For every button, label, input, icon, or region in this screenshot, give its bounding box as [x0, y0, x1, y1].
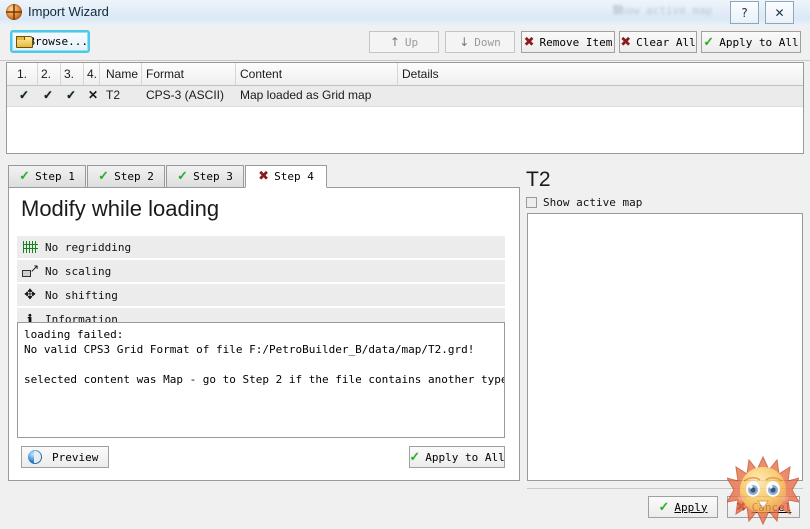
close-icon: ✕ [774, 5, 785, 20]
check-mark-icon: ✓ [98, 169, 110, 184]
preview-button[interactable]: Preview [21, 446, 109, 468]
show-active-map-checkbox[interactable] [526, 197, 537, 208]
apply-to-all-panel-label: Apply to All [425, 450, 505, 464]
row-status-4-icon: ✕ [88, 88, 99, 102]
option-row-scaling[interactable]: No scaling [17, 260, 505, 283]
tab-step-4[interactable]: ✖ Step 4 [245, 165, 327, 188]
map-preview-area[interactable] [527, 213, 803, 481]
tab-step-3-label: Step 3 [193, 170, 233, 183]
column-divider [397, 63, 398, 85]
row-status-3-icon: ✓ [66, 88, 77, 102]
step-4-panel: Modify while loading No regridding No sc… [8, 187, 520, 481]
x-mark-icon: ✖ [523, 34, 535, 50]
option-row-shifting[interactable]: ✥ No shifting [17, 284, 505, 307]
browse-button[interactable]: Browse... [10, 30, 90, 53]
tab-step-3[interactable]: ✓ Step 3 [166, 165, 244, 187]
move-down-button[interactable]: ↓ Down [445, 31, 515, 53]
row-format: CPS-3 (ASCII) [146, 88, 225, 102]
check-mark-icon: ✓ [658, 499, 670, 515]
option-label-shifting: No shifting [45, 288, 118, 302]
browse-button-label: Browse... [28, 35, 88, 48]
apply-to-all-button-panel[interactable]: ✓ Apply to All [409, 446, 505, 468]
arrow-up-icon: ↑ [389, 35, 400, 49]
cancel-button-label: Cancel [751, 500, 792, 514]
apply-to-all-label: Apply to All [719, 35, 799, 49]
column-header-2[interactable]: 2. [41, 67, 51, 81]
move-icon: ✥ [24, 287, 36, 303]
clear-all-label: Clear All [636, 35, 696, 49]
toolbar: Browse... ↑ Up ↓ Down ✖ Remove Item ✖ Cl… [0, 26, 810, 61]
bottom-bar [0, 487, 522, 529]
step-tabs: ✓ Step 1 ✓ Step 2 ✓ Step 3 ✖ Step 4 [8, 165, 520, 188]
option-label-scaling: No scaling [45, 264, 112, 278]
bottom-separator [527, 488, 803, 489]
remove-item-button[interactable]: ✖ Remove Item [521, 31, 615, 53]
show-active-map-label: Show active map [543, 196, 643, 209]
tab-step-4-label: Step 4 [274, 170, 314, 183]
preview-globe-icon [28, 450, 42, 464]
column-header-name[interactable]: Name [106, 67, 138, 81]
scale-icon [21, 262, 39, 277]
app-icon [6, 4, 22, 20]
preview-button-label: Preview [52, 450, 99, 464]
tab-step-1[interactable]: ✓ Step 1 [8, 165, 86, 187]
arrow-down-icon: ↓ [459, 35, 470, 49]
check-mark-icon: ✓ [19, 169, 31, 184]
import-wizard-window: Import Wizard Show active map ? ✕ Browse… [0, 0, 810, 529]
column-divider [83, 63, 84, 85]
column-header-1[interactable]: 1. [17, 67, 27, 81]
import-items-table: 1. 2. 3. 4. Name Format Content Details … [6, 62, 804, 154]
row-status-2-icon: ✓ [43, 88, 54, 102]
ghost-text-artifact: Show active map [613, 4, 713, 17]
column-divider [141, 63, 142, 85]
tab-step-2[interactable]: ✓ Step 2 [87, 165, 165, 187]
move-up-button[interactable]: ↑ Up [369, 31, 439, 53]
question-mark-icon: ? [741, 5, 748, 20]
clear-all-button[interactable]: ✖ Clear All [619, 31, 697, 53]
table-header-row: 1. 2. 3. 4. Name Format Content Details [7, 63, 803, 86]
cancel-button[interactable]: ✖ Cancel [727, 496, 800, 518]
window-title: Import Wizard [28, 4, 109, 19]
move-up-label: Up [404, 35, 419, 49]
check-mark-icon: ✓ [409, 449, 421, 465]
column-header-4[interactable]: 4. [87, 67, 97, 81]
check-mark-icon: ✓ [177, 169, 189, 184]
remove-item-label: Remove Item [539, 35, 613, 49]
apply-button[interactable]: ✓ Apply [648, 496, 718, 518]
column-divider [99, 63, 100, 85]
column-header-details[interactable]: Details [402, 67, 439, 81]
move-down-label: Down [474, 35, 501, 49]
option-label-regridding: No regridding [45, 240, 132, 254]
right-panel-title: T2 [526, 168, 551, 191]
title-bar: Import Wizard Show active map ? ✕ [0, 0, 810, 27]
check-mark-icon: ✓ [703, 34, 715, 50]
grid-icon [21, 241, 39, 253]
log-output[interactable]: loading failed: No valid CPS3 Grid Forma… [17, 322, 505, 438]
row-content: Map loaded as Grid map [240, 88, 372, 102]
x-mark-icon: ✖ [735, 499, 747, 515]
column-divider [37, 63, 38, 85]
column-header-format[interactable]: Format [146, 67, 184, 81]
x-mark-icon: ✖ [258, 169, 270, 184]
row-status-1-icon: ✓ [19, 88, 30, 102]
close-button[interactable]: ✕ [765, 1, 794, 24]
help-button[interactable]: ? [730, 1, 759, 24]
tab-step-2-label: Step 2 [114, 170, 154, 183]
panel-heading: Modify while loading [21, 196, 220, 221]
folder-open-icon [16, 35, 34, 48]
table-row[interactable]: ✓ ✓ ✓ ✕ T2 CPS-3 (ASCII) Map loaded as G… [7, 86, 803, 107]
column-divider [235, 63, 236, 85]
tab-step-1-label: Step 1 [35, 170, 75, 183]
column-header-content[interactable]: Content [240, 67, 282, 81]
apply-button-label: Apply [674, 500, 708, 514]
x-mark-icon: ✖ [620, 34, 632, 50]
show-active-map-row[interactable]: Show active map [526, 196, 642, 209]
column-header-3[interactable]: 3. [64, 67, 74, 81]
option-row-regridding[interactable]: No regridding [17, 236, 505, 259]
apply-to-all-button-toolbar[interactable]: ✓ Apply to All [701, 31, 801, 53]
column-divider [60, 63, 61, 85]
row-name: T2 [106, 88, 121, 102]
